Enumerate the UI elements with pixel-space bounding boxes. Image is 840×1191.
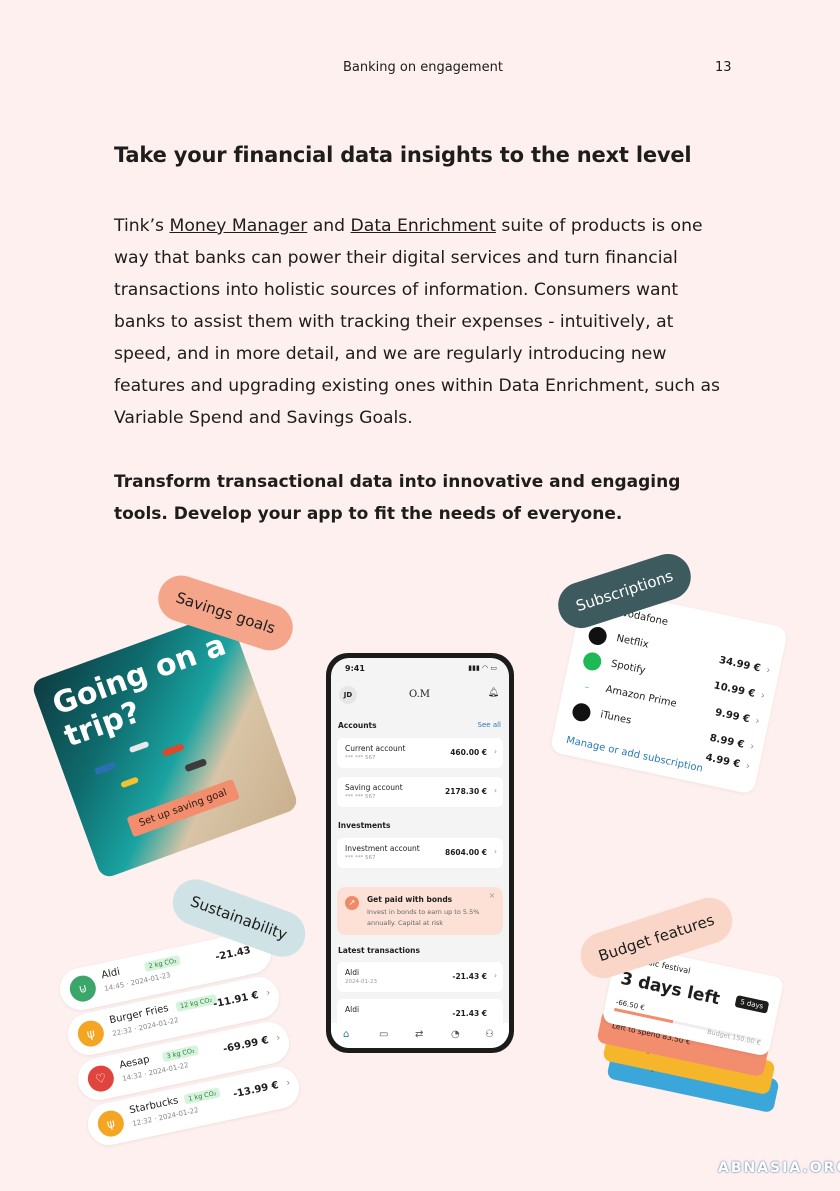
transaction-amount: -21.43 [214, 944, 252, 964]
bond-text: Invest in bonds to earn up to 5.5% annua… [367, 908, 480, 927]
avatar[interactable]: JD [339, 686, 357, 704]
transaction-amount: -21.43 € [452, 1009, 487, 1018]
subscription-name: Spotify [610, 658, 647, 677]
subscription-name: Netflix [615, 633, 650, 651]
days-badge: 5 days [734, 994, 770, 1014]
watermark: ABNASIA.ORG [718, 1160, 840, 1176]
merchant-name: Aldi [100, 966, 122, 982]
app-header: JD O.M 🔔︎ [339, 686, 503, 704]
header-title: Banking on engagement [343, 60, 503, 75]
co2-badge: 1 kg CO₂ [183, 1087, 222, 1105]
money-manager-link[interactable]: Money Manager [169, 216, 307, 236]
chevron-right-icon: › [759, 690, 766, 702]
bell-icon[interactable]: 🔔︎ [488, 688, 499, 698]
account-number: *** *** 567 [345, 794, 376, 800]
transaction-date: 2024-01-23 [345, 979, 377, 985]
chevron-right-icon: › [494, 971, 497, 980]
chevron-right-icon: › [754, 715, 761, 728]
subscription-price: 10.99 € [712, 680, 757, 700]
budget-total: Budget 150.00 € [706, 1027, 762, 1047]
chevron-right-icon: › [275, 1032, 282, 1045]
co2-badge: 3 kg CO₂ [161, 1044, 200, 1063]
chevron-right-icon: › [494, 786, 497, 795]
app-logo: O.M [409, 689, 431, 700]
spotify-logo-icon [581, 650, 603, 673]
chevron-right-icon: › [765, 664, 772, 677]
lead-statement: Transform transactional data into innova… [114, 472, 681, 524]
account-row[interactable]: Current account *** *** 567 460.00 € › [337, 738, 503, 768]
co2-badge: 12 kg CO₂ [175, 993, 217, 1013]
transaction-amount: -69.99 € [222, 1034, 270, 1056]
trip-title: Going on a trip? [48, 627, 231, 755]
accounts-label: Accounts [338, 721, 377, 730]
account-number: *** *** 567 [345, 755, 376, 761]
fork-knife-icon: ψ [95, 1108, 127, 1139]
merchant-name: Aesap [118, 1054, 151, 1072]
transaction-amount: -13.99 € [232, 1079, 280, 1101]
heart-icon: ♡ [85, 1063, 117, 1094]
subscription-price: 34.99 € [718, 654, 762, 675]
chevron-right-icon: › [748, 741, 756, 753]
fork-knife-icon: ψ [75, 1018, 107, 1049]
subscription-price: 8.99 € [708, 732, 746, 751]
transaction-name: Aldi [345, 968, 360, 977]
data-enrichment-link[interactable]: Data Enrichment [351, 216, 496, 236]
insights-icon[interactable]: ◔ [451, 1029, 460, 1040]
subscription-price: 4.99 € [704, 752, 742, 771]
transaction-row[interactable]: Aldi 2024-01-23 -21.43 € › [337, 962, 503, 992]
investments-label: Investments [338, 821, 391, 830]
transaction-amount: -21.43 € [452, 972, 487, 981]
phone-mockup: 9:41 ▮▮▮ ◠ ▭ JD O.M 🔔︎ Accounts See all … [326, 653, 514, 1053]
see-all-link[interactable]: See all [478, 721, 501, 729]
transaction-name: Aldi [345, 1005, 360, 1014]
transfer-icon[interactable]: ⇄ [415, 1029, 423, 1040]
bond-promo-card[interactable]: ↗ Get paid with bonds Invest in bonds to… [337, 887, 503, 935]
account-row[interactable]: Saving account *** *** 567 2178.30 € › [337, 777, 503, 807]
chevron-right-icon: › [744, 760, 751, 773]
account-amount: 460.00 € [450, 748, 487, 757]
latest-transactions-label: Latest transactions [338, 946, 420, 955]
investment-number: *** *** 567 [345, 855, 376, 861]
section-heading: Take your financial data insights to the… [114, 143, 692, 167]
netflix-logo-icon [586, 625, 609, 647]
amazon-logo-icon: ⌣ [576, 676, 598, 698]
status-time: 9:41 [345, 664, 365, 673]
chevron-right-icon: › [494, 747, 497, 756]
investment-row[interactable]: Investment account *** *** 567 8604.00 €… [337, 838, 503, 868]
body-paragraph: Tink’s Money Manager and Data Enrichment… [114, 210, 729, 434]
account-amount: 2178.30 € [445, 787, 487, 796]
paragraph-rest: suite of products is one way that banks … [114, 216, 720, 428]
account-name: Saving account [345, 783, 403, 792]
transaction-amount: -11.91 € [212, 989, 260, 1011]
trip-card: Going on a trip? Set up saving goal [30, 610, 300, 880]
signal-battery-icon: ▮▮▮ ◠ ▭ [468, 664, 497, 672]
investment-name: Investment account [345, 844, 420, 853]
account-name: Current account [345, 744, 406, 753]
subscription-name: iTunes [599, 709, 633, 727]
profile-icon[interactable]: ⚇ [485, 1029, 494, 1040]
bond-title: Get paid with bonds [367, 895, 453, 904]
co2-badge: 2 kg CO₂ [143, 954, 182, 973]
close-icon[interactable]: × [489, 891, 495, 900]
chevron-right-icon: › [265, 987, 272, 1000]
investment-amount: 8604.00 € [445, 848, 487, 857]
chevron-right-icon: › [494, 847, 497, 856]
cards-icon[interactable]: ▭ [379, 1029, 388, 1040]
paragraph-middle: and [307, 216, 351, 236]
phone-screen: 9:41 ▮▮▮ ◠ ▭ JD O.M 🔔︎ Accounts See all … [331, 658, 509, 1048]
home-icon[interactable]: ⌂ [343, 1029, 349, 1040]
shopping-bag-icon: ⊍ [67, 973, 99, 1004]
chevron-right-icon: › [285, 1077, 292, 1090]
trend-up-icon: ↗ [345, 896, 359, 910]
tab-bar: ⌂ ▭ ⇄ ◔ ⚇ [331, 1023, 509, 1048]
page-number: 13 [715, 60, 732, 75]
subscription-price: 9.99 € [714, 707, 751, 726]
paragraph-prefix: Tink’s [114, 216, 170, 236]
